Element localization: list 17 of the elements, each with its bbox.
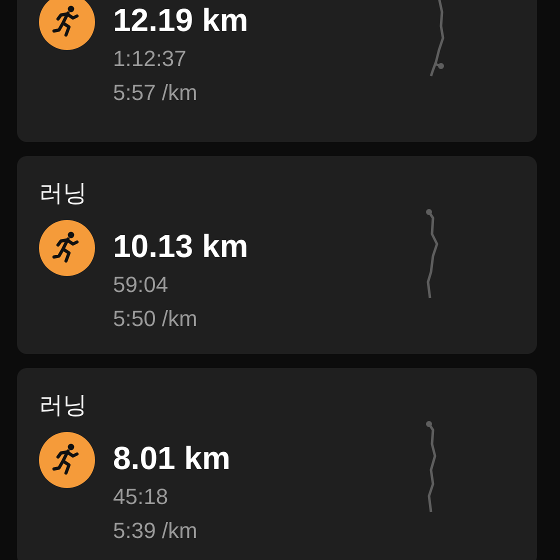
running-icon [39,432,95,488]
running-icon [39,0,95,50]
distance-text: 12.19 km [113,1,248,40]
pace-text: 5:39 /km [113,517,198,545]
duration-text: 45:18 [113,483,170,511]
running-icon [39,220,95,276]
workout-type: 러닝 [39,392,88,420]
workout-card[interactable]: 러닝 8.01 km 45:18 5:39 /km [17,368,537,560]
pace-text: 5:57 /km [113,79,198,107]
distance-text: 10.13 km [113,227,248,266]
duration-text: 1:12:37 [113,45,188,73]
workout-card[interactable]: 12.19 km 1:12:37 5:57 /km [17,0,537,142]
duration-text: 59:04 [113,271,170,299]
workout-card[interactable]: 러닝 10.13 km 59:04 5:50 /km [17,156,537,354]
distance-text: 8.01 km [113,439,230,478]
pace-text: 5:50 /km [113,305,198,333]
workout-type: 러닝 [39,180,88,208]
